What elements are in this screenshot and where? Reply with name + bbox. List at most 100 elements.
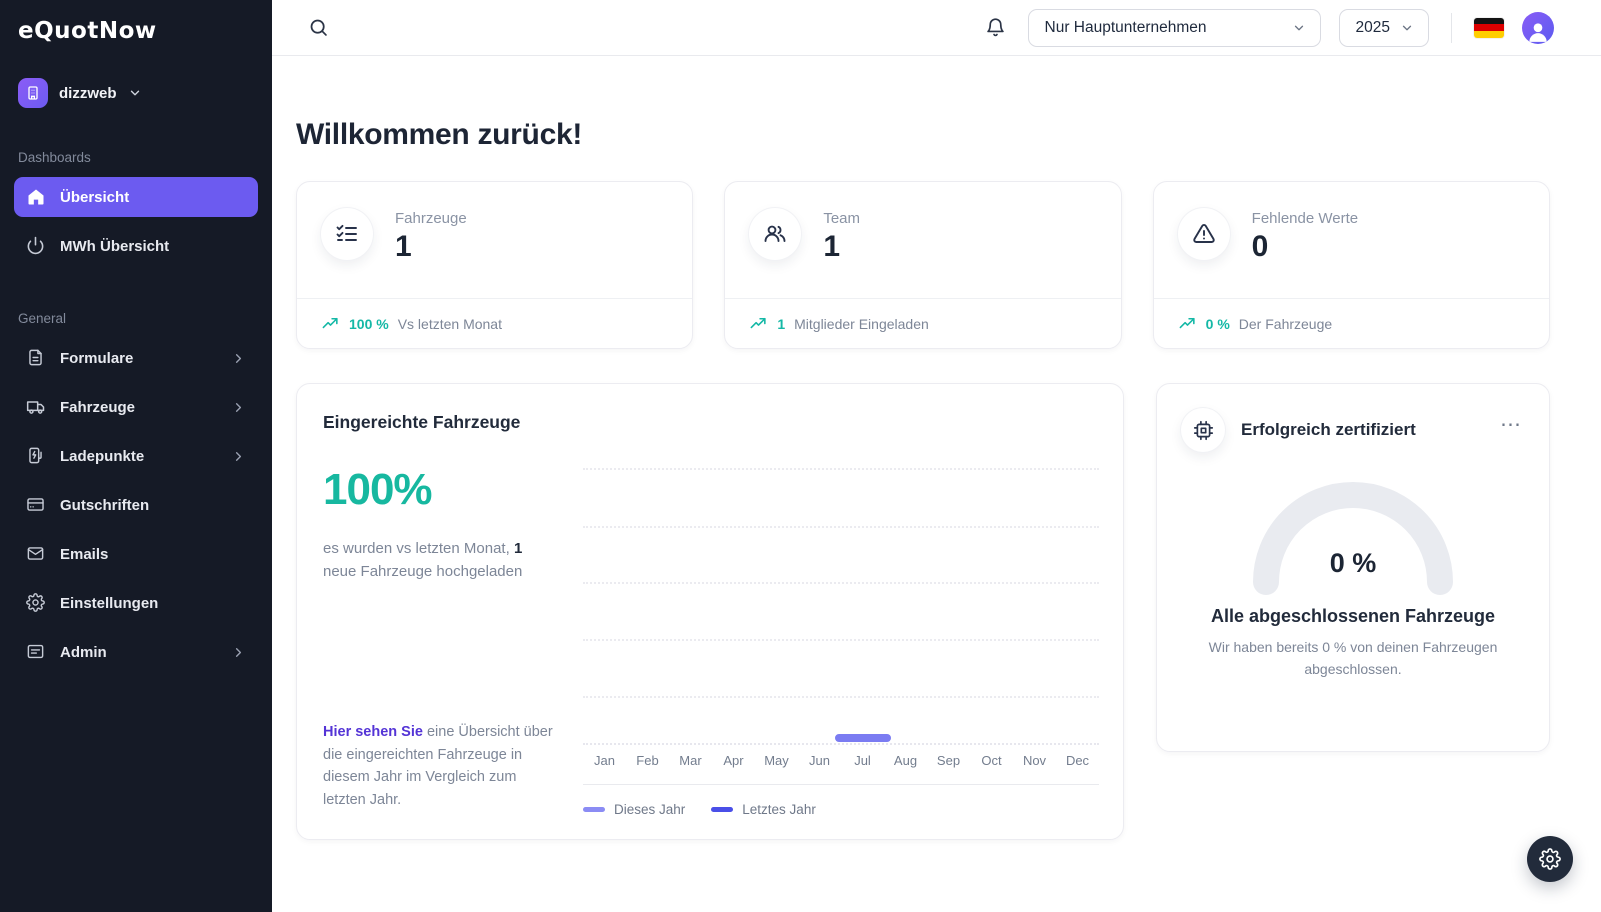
workspace-avatar (18, 78, 48, 108)
warning-icon (1178, 208, 1230, 260)
stat-card-fehlende-werte: Fehlende Werte 0 0 % Der Fahrzeuge (1153, 181, 1550, 349)
chart-plot-area (583, 441, 1099, 745)
workspace-switcher[interactable]: dizzweb (18, 78, 254, 108)
search-icon (308, 17, 329, 38)
sidebar-item-uebersicht[interactable]: Übersicht (14, 177, 258, 217)
chart-note: Hier sehen Sie eine Übersicht über die e… (323, 721, 557, 817)
form-icon (26, 348, 46, 368)
bar-Jul (835, 734, 891, 742)
month-label: Sep (927, 753, 970, 768)
topbar: Nur Hauptunternehmen 2025 (272, 0, 1601, 56)
sidebar-item-label: Einstellungen (60, 595, 158, 612)
sidebar: eQuotNow dizzweb Dashboards Übersicht MW… (0, 0, 272, 912)
user-avatar[interactable] (1522, 12, 1554, 44)
chevron-down-icon (1400, 21, 1414, 35)
building-icon (25, 85, 41, 101)
main-content: Willkommen zurück! Fahrzeuge 1 100 % Vs … (272, 56, 1601, 912)
month-label: Oct (970, 753, 1013, 768)
legend-item-dieses-jahr: Dieses Jahr (583, 802, 685, 817)
admin-panel-icon (26, 642, 46, 662)
sidebar-item-gutschriften[interactable]: Gutschriften (14, 485, 258, 525)
gear-icon (26, 593, 46, 613)
stat-footer-text: Der Fahrzeuge (1239, 316, 1332, 332)
home-icon (26, 187, 46, 207)
chart-title: Eingereichte Fahrzeuge (323, 412, 1099, 433)
chevron-right-icon (231, 449, 246, 464)
legend-label: Dieses Jahr (614, 802, 685, 817)
gauge-chart: 0 % (1181, 470, 1525, 596)
power-icon (26, 236, 46, 256)
stat-cards-row: Fahrzeuge 1 100 % Vs letzten Monat Te (296, 181, 1550, 349)
language-flag-german[interactable] (1474, 18, 1504, 38)
legend-divider (583, 784, 1099, 785)
app-logo: eQuotNow (14, 18, 258, 44)
month-label: Mar (669, 753, 712, 768)
charging-station-icon (26, 446, 46, 466)
sidebar-item-label: Gutschriften (60, 497, 149, 514)
chevron-down-icon (128, 86, 142, 100)
sidebar-item-label: Emails (60, 546, 108, 563)
sidebar-item-einstellungen[interactable]: Einstellungen (14, 583, 258, 623)
month-label: Feb (626, 753, 669, 768)
sidebar-item-fahrzeuge[interactable]: Fahrzeuge (14, 387, 258, 427)
stat-label: Fahrzeuge (395, 208, 467, 227)
stat-footer-highlight: 100 % (349, 316, 389, 332)
sidebar-item-label: Formulare (60, 350, 133, 367)
month-label: Aug (884, 753, 927, 768)
chart-month-labels: JanFebMarAprMayJunJulAugSepOctNovDec (583, 753, 1099, 768)
stat-value: 0 (1252, 230, 1358, 264)
sidebar-item-mwh-uebersicht[interactable]: MWh Übersicht (14, 226, 258, 266)
gauge-title: Erfolgreich zertifiziert (1241, 420, 1482, 440)
trending-up-icon (749, 314, 768, 333)
trending-up-icon (321, 314, 340, 333)
bell-icon (985, 17, 1006, 38)
chevron-right-icon (231, 400, 246, 415)
sidebar-item-label: Übersicht (60, 189, 129, 206)
chart-card: Eingereichte Fahrzeuge 100% es wurden vs… (296, 383, 1124, 840)
sidebar-item-formulare[interactable]: Formulare (14, 338, 258, 378)
chevron-down-icon (1292, 21, 1306, 35)
legend-item-letztes-jahr: Letztes Jahr (711, 802, 816, 817)
legend-swatch (583, 807, 605, 812)
chart-legend: Dieses Jahr Letztes Jahr (583, 802, 1099, 817)
month-label: Nov (1013, 753, 1056, 768)
chart-bars (583, 441, 1099, 745)
stat-footer-text: Vs letzten Monat (398, 316, 502, 332)
workspace-name: dizzweb (59, 85, 117, 102)
sidebar-item-label: Ladepunkte (60, 448, 144, 465)
person-icon (1525, 18, 1551, 44)
sidebar-item-admin[interactable]: Admin (14, 632, 258, 672)
floating-settings-button[interactable] (1527, 836, 1573, 882)
gauge-description: Wir haben bereits 0 % von deinen Fahrzeu… (1193, 637, 1513, 680)
stat-footer-text: Mitglieder Eingeladen (794, 316, 929, 332)
stat-card-team: Team 1 1 Mitglieder Eingeladen (724, 181, 1121, 349)
chart-subtitle: es wurden vs letzten Monat, 1 neue Fahrz… (323, 537, 557, 584)
month-label: Jan (583, 753, 626, 768)
company-select-value: Nur Hauptunternehmen (1045, 19, 1207, 37)
month-label: Apr (712, 753, 755, 768)
stat-footer-highlight: 0 % (1206, 316, 1230, 332)
stat-footer-highlight: 1 (777, 316, 785, 332)
company-select[interactable]: Nur Hauptunternehmen (1028, 9, 1321, 47)
bar-chart: JanFebMarAprMayJunJulAugSepOctNovDec Die… (583, 441, 1099, 817)
checklist-icon (321, 208, 373, 260)
search-button[interactable] (304, 13, 333, 42)
sidebar-item-emails[interactable]: Emails (14, 534, 258, 574)
users-icon (749, 208, 801, 260)
month-label: Dec (1056, 753, 1099, 768)
year-select[interactable]: 2025 (1339, 9, 1429, 47)
legend-label: Letztes Jahr (742, 802, 816, 817)
sidebar-item-ladepunkte[interactable]: Ladepunkte (14, 436, 258, 476)
gear-icon (1539, 848, 1561, 870)
notifications-button[interactable] (981, 13, 1010, 42)
sidebar-section-general: General (18, 311, 254, 326)
stat-value: 1 (823, 230, 860, 264)
gauge-value: 0 % (1181, 548, 1525, 579)
year-select-value: 2025 (1356, 19, 1390, 37)
stat-label: Fehlende Werte (1252, 208, 1358, 227)
gauge-menu-button[interactable]: ⋯ (1498, 425, 1525, 435)
page-title: Willkommen zurück! (296, 118, 1550, 152)
sidebar-section-dashboards: Dashboards (18, 150, 254, 165)
chevron-right-icon (231, 351, 246, 366)
month-label: Jun (798, 753, 841, 768)
